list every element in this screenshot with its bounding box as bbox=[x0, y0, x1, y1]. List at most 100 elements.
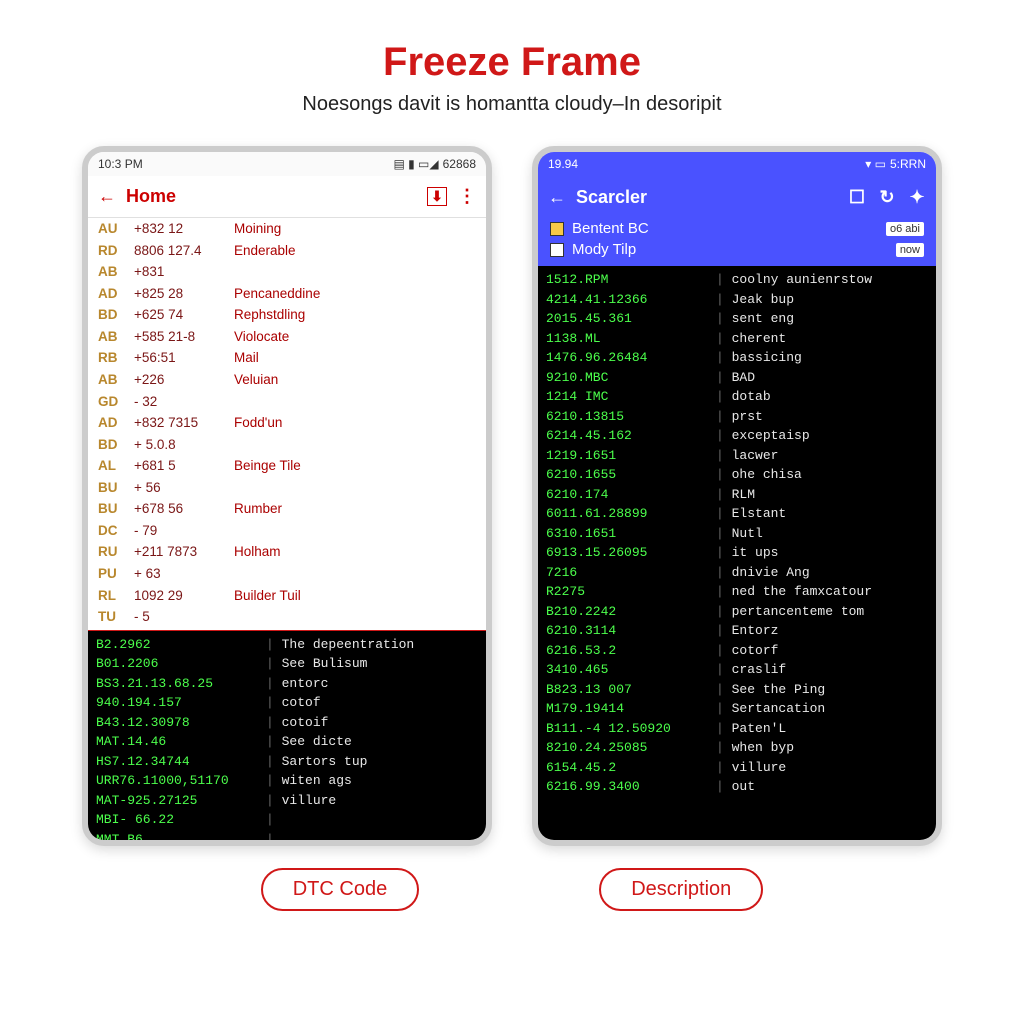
table-row[interactable]: RD8806 127.4Enderable bbox=[88, 240, 486, 262]
code-cell: 8210.24.25085 bbox=[546, 738, 716, 758]
table-row[interactable]: URR76.11000,51170witen ags bbox=[96, 771, 478, 791]
table-row[interactable]: 6011.61.28899Elstant bbox=[546, 504, 928, 524]
table-row[interactable]: 6210.174RLM bbox=[546, 485, 928, 505]
table-row[interactable]: B111.-4 12.50920Paten'L bbox=[546, 719, 928, 739]
table-row[interactable]: AB+831 bbox=[88, 261, 486, 283]
table-row[interactable]: MAT-925.27125villure bbox=[96, 791, 478, 811]
table-row[interactable]: 9210.MBCBAD bbox=[546, 368, 928, 388]
table-row[interactable]: 6214.45.162exceptaisp bbox=[546, 426, 928, 446]
table-row[interactable]: B43.12.30978cotoif bbox=[96, 713, 478, 733]
settings-icon[interactable] bbox=[906, 186, 928, 208]
table-row[interactable]: 8210.24.25085when byp bbox=[546, 738, 928, 758]
table-row[interactable]: AB+226Veluian bbox=[88, 369, 486, 391]
table-row[interactable]: MAT.14.46See dicte bbox=[96, 732, 478, 752]
code-cell: 2015.45.361 bbox=[546, 309, 716, 329]
code-cell: 6210.3114 bbox=[546, 621, 716, 641]
table-row[interactable]: MMT B6 bbox=[96, 830, 478, 840]
desc-cell: craslif bbox=[716, 660, 928, 680]
table-row[interactable]: 1138.MLcherent bbox=[546, 329, 928, 349]
code-cell: BD bbox=[98, 435, 134, 455]
table-row[interactable]: RU+211 7873Holham bbox=[88, 541, 486, 563]
table-row[interactable]: AD+825 28Pencaneddine bbox=[88, 283, 486, 305]
table-row[interactable]: 1219.1651lacwer bbox=[546, 446, 928, 466]
desc-cell: bassicing bbox=[716, 348, 928, 368]
table-row[interactable]: 4214.41.12366Jeak bup bbox=[546, 290, 928, 310]
back-icon[interactable] bbox=[96, 186, 118, 208]
subheader-row[interactable]: Bentent BCo6 abi bbox=[538, 218, 936, 239]
label-cell bbox=[234, 262, 476, 282]
table-row[interactable]: 6210.1655ohe chisa bbox=[546, 465, 928, 485]
back-icon[interactable] bbox=[546, 186, 568, 208]
table-row[interactable]: RB+56:51Mail bbox=[88, 347, 486, 369]
pill-description[interactable]: Description bbox=[599, 868, 763, 911]
table-row[interactable]: 7216dnivie Ang bbox=[546, 563, 928, 583]
code-cell: GD bbox=[98, 392, 134, 412]
table-row[interactable]: BS3.21.13.68.25entorc bbox=[96, 674, 478, 694]
refresh-icon[interactable] bbox=[876, 186, 898, 208]
table-row[interactable]: BD+625 74Rephstdling bbox=[88, 304, 486, 326]
status-bar: 10:3 PM ▤ ▮ ▭◢ 62868 bbox=[88, 152, 486, 176]
table-row[interactable]: 3410.465craslif bbox=[546, 660, 928, 680]
table-row[interactable]: RL1092 29Builder Tuil bbox=[88, 585, 486, 607]
menu-icon[interactable] bbox=[456, 186, 478, 208]
desc-cell: Sartors tup bbox=[266, 752, 478, 772]
table-row[interactable]: 6310.1651Nutl bbox=[546, 524, 928, 544]
table-row[interactable]: 940.194.157cotof bbox=[96, 693, 478, 713]
table-row[interactable]: 6210.3114Entorz bbox=[546, 621, 928, 641]
pill-dtc-code[interactable]: DTC Code bbox=[261, 868, 419, 911]
table-row[interactable]: 6216.53.2cotorf bbox=[546, 641, 928, 661]
desc-cell: Elstant bbox=[716, 504, 928, 524]
table-row[interactable]: B823.13 007See the Ping bbox=[546, 680, 928, 700]
label-cell: Enderable bbox=[234, 241, 476, 261]
table-row[interactable]: AB+585 21-8Violocate bbox=[88, 326, 486, 348]
table-row[interactable]: B2.2962The depeentration bbox=[96, 635, 478, 655]
code-cell: R2275 bbox=[546, 582, 716, 602]
phones-container: 10:3 PM ▤ ▮ ▭◢ 62868 Home AU+832 12Moini… bbox=[82, 146, 942, 846]
download-icon[interactable] bbox=[426, 186, 448, 208]
table-row[interactable]: PU+ 63 bbox=[88, 563, 486, 585]
box-icon[interactable] bbox=[846, 186, 868, 208]
table-row[interactable]: HS7.12.34744Sartors tup bbox=[96, 752, 478, 772]
table-row[interactable]: GD- 32 bbox=[88, 391, 486, 413]
label-cell bbox=[234, 392, 476, 412]
subheader-row[interactable]: Mody Tilpnow bbox=[538, 239, 936, 260]
value-cell: - 79 bbox=[134, 521, 234, 541]
table-row[interactable]: AD+832 7315Fodd'un bbox=[88, 412, 486, 434]
code-cell: 6216.99.3400 bbox=[546, 777, 716, 797]
table-row[interactable]: DC- 79 bbox=[88, 520, 486, 542]
sub-button[interactable]: o6 abi bbox=[886, 222, 924, 236]
table-row[interactable]: 1512.RPMcoolny aunienrstow bbox=[546, 270, 928, 290]
table-row[interactable]: 1476.96.26484bassicing bbox=[546, 348, 928, 368]
desc-cell: Sertancation bbox=[716, 699, 928, 719]
table-row[interactable]: 6216.99.3400out bbox=[546, 777, 928, 797]
label-cell bbox=[234, 607, 476, 627]
desc-cell: cotoif bbox=[266, 713, 478, 733]
table-row[interactable]: 1214 IMCdotab bbox=[546, 387, 928, 407]
value-cell: +56:51 bbox=[134, 348, 234, 368]
table-row[interactable]: R2275ned the famxcatour bbox=[546, 582, 928, 602]
table-row[interactable]: TU- 5 bbox=[88, 606, 486, 628]
table-row[interactable]: 2015.45.361sent eng bbox=[546, 309, 928, 329]
table-row[interactable]: 6913.15.26095it ups bbox=[546, 543, 928, 563]
sub-button[interactable]: now bbox=[896, 243, 924, 257]
table-row[interactable]: B01.2206See Bulisum bbox=[96, 654, 478, 674]
code-cell: 6913.15.26095 bbox=[546, 543, 716, 563]
table-row[interactable]: M179.19414Sertancation bbox=[546, 699, 928, 719]
table-row[interactable]: B210.2242pertancenteme tom bbox=[546, 602, 928, 622]
label-cell: Builder Tuil bbox=[234, 586, 476, 606]
table-row[interactable]: BU+678 56Rumber bbox=[88, 498, 486, 520]
value-cell: +832 12 bbox=[134, 219, 234, 239]
table-row[interactable]: MBI- 66.22 bbox=[96, 810, 478, 830]
code-cell: DC bbox=[98, 521, 134, 541]
value-cell: +585 21-8 bbox=[134, 327, 234, 347]
table-row[interactable]: BD+ 5.0.8 bbox=[88, 434, 486, 456]
table-row[interactable]: 6210.13815prst bbox=[546, 407, 928, 427]
wifi-icon: ▾ ▭ bbox=[865, 157, 886, 171]
table-row[interactable]: AU+832 12Moining bbox=[88, 218, 486, 240]
table-row[interactable]: AL+681 5Beinge Tile bbox=[88, 455, 486, 477]
status-extra: 5:RRN bbox=[890, 157, 926, 171]
code-cell: BU bbox=[98, 478, 134, 498]
label-cell bbox=[234, 564, 476, 584]
table-row[interactable]: 6154.45.2villure bbox=[546, 758, 928, 778]
table-row[interactable]: BU+ 56 bbox=[88, 477, 486, 499]
